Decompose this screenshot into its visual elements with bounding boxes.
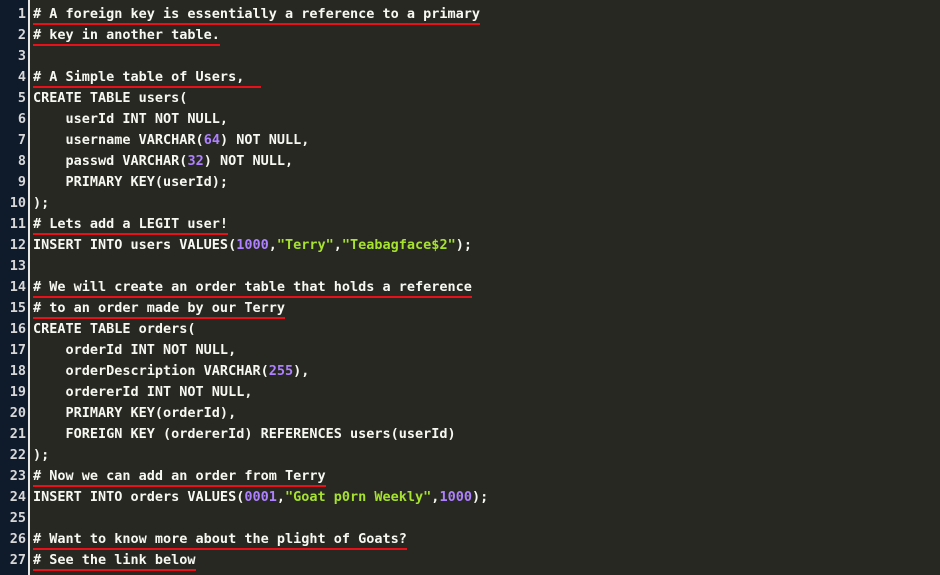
code-line[interactable] [33,508,940,529]
line-number: 18 [9,363,26,379]
line-number: 26 [9,531,26,547]
code-line[interactable]: CREATE TABLE orders( [33,319,940,340]
code-text: ) NOT NULL, [219,132,310,148]
string-literal: "Terry" [276,237,334,253]
number-literal: 1000 [236,237,269,253]
code-text: PRIMARY KEY(userId); [33,174,229,190]
number-literal: 64 [203,132,220,148]
string-literal: "Goat p0rn Weekly" [284,489,432,505]
code-text: PRIMARY KEY(orderId), [33,405,237,421]
code-line[interactable]: userId INT NOT NULL, [33,109,940,130]
string-literal: "Teabagface$2" [341,237,456,253]
line-number: 12 [9,237,26,253]
code-line[interactable]: CREATE TABLE users( [33,88,940,109]
code-text: , [333,237,342,253]
line-number: 16 [9,321,26,337]
code-text: ), [293,363,310,379]
line-number: 27 [9,552,26,568]
code-text: ); [33,447,50,463]
code-line[interactable]: # A foreign key is essentially a referen… [33,4,940,25]
line-number: 24 [9,489,26,505]
code-line[interactable]: INSERT INTO users VALUES(1000,"Terry","T… [33,235,940,256]
code-comment: # Lets add a LEGIT user! [33,216,229,235]
code-line[interactable] [33,46,940,67]
code-area[interactable]: # A foreign key is essentially a referen… [30,0,940,575]
code-text: INSERT INTO users VALUES( [33,237,237,253]
code-text: username VARCHAR( [33,132,204,148]
line-number: 25 [9,510,26,526]
code-text: ) NOT NULL, [203,153,294,169]
code-line[interactable]: # key in another table. [33,25,940,46]
line-number: 10 [9,195,26,211]
number-literal: 32 [187,153,204,169]
line-number: 23 [9,468,26,484]
line-number: 8 [17,153,26,169]
code-comment: # A Simple table of Users, [33,69,261,88]
code-text: orderId INT NOT NULL, [33,342,237,358]
code-line[interactable]: # See the link below [33,550,940,571]
line-number: 9 [17,174,26,190]
code-line[interactable]: # Now we can add an order from Terry [33,466,940,487]
code-line[interactable]: username VARCHAR(64) NOT NULL, [33,130,940,151]
code-line[interactable]: FOREIGN KEY (ordererId) REFERENCES users… [33,424,940,445]
code-editor[interactable]: 1 2 3 4 5 6 7 8 9 10 11 12 13 14 15 16 17 18 19 20 21 22 23 24 2… [0,0,940,575]
code-text: ); [471,489,489,505]
code-line[interactable]: passwd VARCHAR(32) NOT NULL, [33,151,940,172]
code-line[interactable]: # to an order made by our Terry [33,298,940,319]
line-number: 19 [9,384,26,400]
code-line[interactable]: INSERT INTO orders VALUES(0001,"Goat p0r… [33,487,940,508]
code-text: passwd VARCHAR( [33,153,188,169]
line-number: 15 [9,300,26,316]
code-comment: # See the link below [33,552,196,571]
code-text: orderDescription VARCHAR( [33,363,269,379]
code-line[interactable]: orderDescription VARCHAR(255), [33,361,940,382]
code-text: FOREIGN KEY (ordererId) REFERENCES users… [33,426,456,442]
code-comment: # A foreign key is essentially a referen… [33,6,481,25]
line-number: 17 [9,342,26,358]
code-line[interactable]: PRIMARY KEY(userId); [33,172,940,193]
line-number: 2 [17,27,26,43]
line-number: 11 [9,216,26,232]
code-line[interactable]: # Want to know more about the plight of … [33,529,940,550]
code-comment: # to an order made by our Terry [33,300,285,319]
code-line[interactable]: ordererId INT NOT NULL, [33,382,940,403]
code-line[interactable] [33,256,940,277]
code-comment: # We will create an order table that hol… [33,279,472,298]
code-text: CREATE TABLE users( [33,90,188,106]
code-text: ); [455,237,472,253]
code-text: userId INT NOT NULL, [33,111,229,127]
line-number: 3 [17,48,26,64]
line-number: 5 [17,90,26,106]
code-text: INSERT INTO orders VALUES( [33,489,245,505]
number-literal: 255 [268,363,294,379]
code-line[interactable]: PRIMARY KEY(orderId), [33,403,940,424]
code-text: ); [33,195,50,211]
line-number-gutter: 1 2 3 4 5 6 7 8 9 10 11 12 13 14 15 16 17 18 19 20 21 22 23 24 2… [0,0,30,575]
code-text: , [276,489,285,505]
line-number: 4 [17,69,26,85]
line-number: 1 [17,6,26,22]
code-line[interactable]: # A Simple table of Users, [33,67,940,88]
number-literal: 1000 [439,489,472,505]
line-number: 20 [9,405,26,421]
code-line[interactable]: orderId INT NOT NULL, [33,340,940,361]
line-number: 6 [17,111,26,127]
line-number: 14 [9,279,26,295]
code-comment: # Now we can add an order from Terry [33,468,326,487]
line-number: 21 [9,426,26,442]
code-line[interactable]: ); [33,445,940,466]
code-comment: # key in another table. [33,27,220,46]
number-literal: 0001 [244,489,277,505]
code-text: , [268,237,277,253]
code-text: CREATE TABLE orders( [33,321,196,337]
code-text: ordererId INT NOT NULL, [33,384,253,400]
code-line[interactable]: # Lets add a LEGIT user! [33,214,940,235]
code-comment: # Want to know more about the plight of … [33,531,407,550]
code-line[interactable]: ); [33,193,940,214]
line-number: 22 [9,447,26,463]
line-number: 7 [17,132,26,148]
line-number: 13 [9,258,26,274]
code-line[interactable]: # We will create an order table that hol… [33,277,940,298]
